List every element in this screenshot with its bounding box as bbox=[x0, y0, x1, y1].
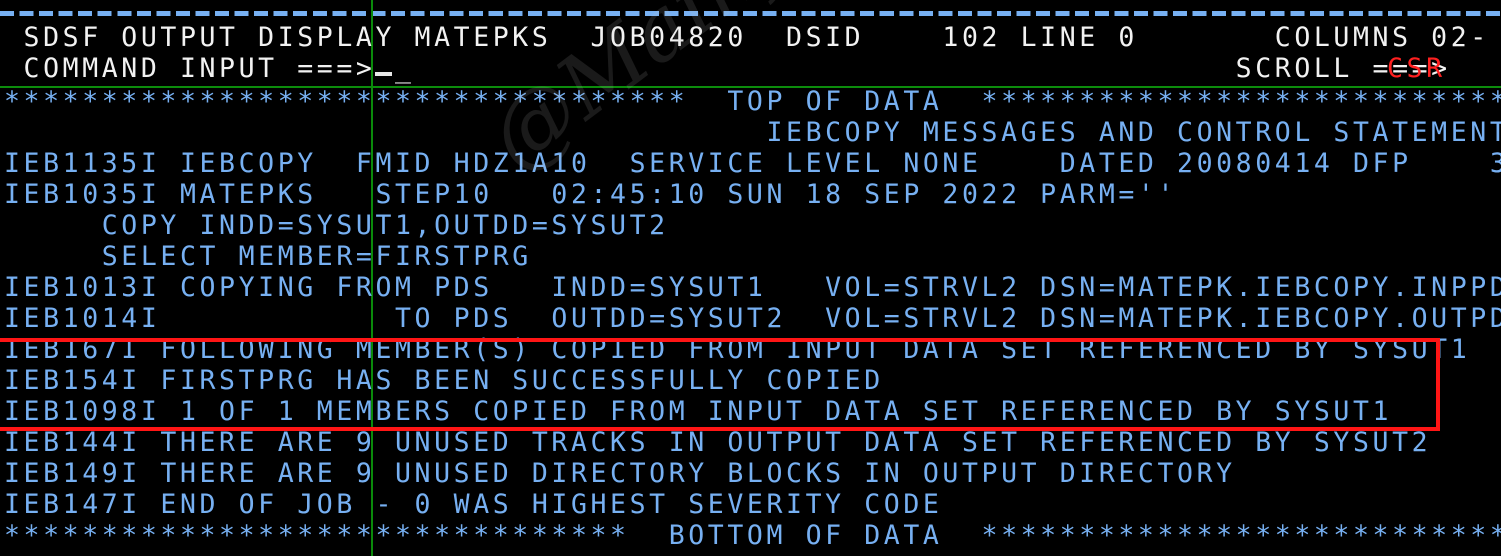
output-line-copy-statement: COPY INDD=SYSUT1,OUTDD=SYSUT2 bbox=[4, 210, 669, 241]
status-header-line: SDSF OUTPUT DISPLAY MATEPKS JOB04820 DSI… bbox=[4, 22, 1501, 53]
output-line-page-heading: IEBCOPY MESSAGES AND CONTROL STATEMENTS bbox=[4, 117, 1501, 148]
command-input-line[interactable]: COMMAND INPUT ===> _ SCROLL ===> bbox=[4, 53, 1470, 84]
output-line-ieb144i: IEB144I THERE ARE 9 UNUSED TRACKS IN OUT… bbox=[4, 427, 1432, 458]
output-line-ieb1014i: IEB1014I TO PDS OUTDD=SYSUT2 VOL=STRVL2 … bbox=[4, 303, 1501, 334]
output-line-ieb1013i: IEB1013I COPYING FROM PDS INDD=SYSUT1 VO… bbox=[4, 272, 1501, 303]
output-line-ieb1035i: IEB1035I MATEPKS STEP10 02:45:10 SUN 18 … bbox=[4, 179, 1178, 210]
output-line-bottom-of-data: ******************************** BOTTOM … bbox=[4, 520, 1501, 551]
output-line-ieb154i: IEB154I FIRSTPRG HAS BEEN SUCCESSFULLY C… bbox=[4, 365, 884, 396]
sdsf-terminal-screen: SDSF OUTPUT DISPLAY MATEPKS JOB04820 DSI… bbox=[0, 0, 1501, 556]
command-input-cursor bbox=[375, 72, 392, 76]
output-line-select-statement: SELECT MEMBER=FIRSTPRG bbox=[4, 241, 532, 272]
output-line-ieb1135i: IEB1135I IEBCOPY FMID HDZ1A10 SERVICE LE… bbox=[4, 148, 1501, 179]
output-line-ieb147i: IEB147I END OF JOB - 0 WAS HIGHEST SEVER… bbox=[4, 489, 943, 520]
output-line-ieb149i: IEB149I THERE ARE 9 UNUSED DIRECTORY BLO… bbox=[4, 458, 1236, 489]
scroll-amount-value[interactable]: CSR bbox=[1387, 53, 1446, 84]
output-line-top-of-data: *********************************** TOP … bbox=[4, 86, 1501, 117]
output-line-ieb1098i: IEB1098I 1 OF 1 MEMBERS COPIED FROM INPU… bbox=[4, 396, 1393, 427]
output-line-ieb167i: IEB167I FOLLOWING MEMBER(S) COPIED FROM … bbox=[4, 334, 1471, 365]
top-dashed-rule bbox=[0, 11, 1501, 16]
